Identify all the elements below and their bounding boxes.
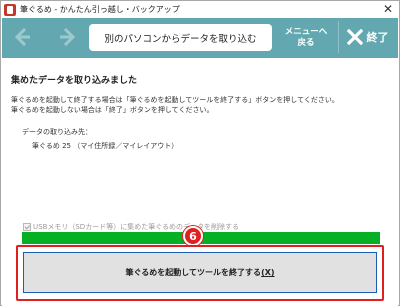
result-heading: 集めたデータを取り込みました xyxy=(11,76,138,86)
menu-button-line2: 戻る xyxy=(297,38,315,48)
delete-usb-data-option: USBメモリ（SDカード等）に集めた筆ぐるめのデータを削除する xyxy=(23,222,239,232)
launch-and-exit-button[interactable]: 筆ぐるめを起動してツールを終了する (X) xyxy=(23,252,377,293)
app-logo-icon xyxy=(4,3,16,16)
menu-button-line1: メニューへ xyxy=(284,27,328,37)
main-content: 集めたデータを取り込みました 筆ぐるめを起動して終了する場合は「筆ぐるめを起動し… xyxy=(2,58,398,306)
back-button[interactable] xyxy=(10,25,34,49)
step-number-badge: 6 xyxy=(183,226,203,246)
arrow-left-icon xyxy=(14,27,30,47)
destination-label: データの取り込み先： xyxy=(22,128,92,136)
arrow-right-icon xyxy=(60,27,76,47)
window-title: 筆ぐるめ - かんたん引っ越し・バックアップ xyxy=(20,5,180,14)
back-to-menu-button[interactable]: メニューへ 戻る xyxy=(278,23,334,53)
window-close-button[interactable]: ✕ xyxy=(383,2,393,16)
instructions: 筆ぐるめを起動して終了する場合は「筆ぐるめを起動してツールを終了する」ボタンを押… xyxy=(11,95,339,115)
app-window: 筆ぐるめ - かんたん引っ越し・バックアップ ✕ 別のパソコンからデータを取り込… xyxy=(0,0,400,306)
launch-and-exit-label: 筆ぐるめを起動してツールを終了する xyxy=(125,268,262,277)
instruction-line-2: 筆ぐるめを起動しない場合は「終了」ボタンを押してください。 xyxy=(11,106,214,114)
exit-button-label: 終了 xyxy=(366,31,389,44)
toolbar: 別のパソコンからデータを取り込む メニューへ 戻る 終了 xyxy=(2,18,398,58)
destination-value: 筆ぐるめ 25 （マイ住所録／マイレイアウト） xyxy=(32,142,179,150)
launch-and-exit-accelerator: (X) xyxy=(261,268,275,277)
close-x-icon xyxy=(346,29,363,45)
title-bar: 筆ぐるめ - かんたん引っ越し・バックアップ ✕ xyxy=(1,1,399,18)
delete-usb-data-label: USBメモリ（SDカード等）に集めた筆ぐるめのデータを削除する xyxy=(33,223,240,231)
forward-button[interactable] xyxy=(56,25,80,49)
page-title: 別のパソコンからデータを取り込む xyxy=(89,24,272,51)
instruction-line-1: 筆ぐるめを起動して終了する場合は「筆ぐるめを起動してツールを終了する」ボタンを押… xyxy=(11,96,339,104)
delete-usb-data-checkbox xyxy=(23,223,31,231)
exit-button[interactable]: 終了 xyxy=(338,21,396,53)
